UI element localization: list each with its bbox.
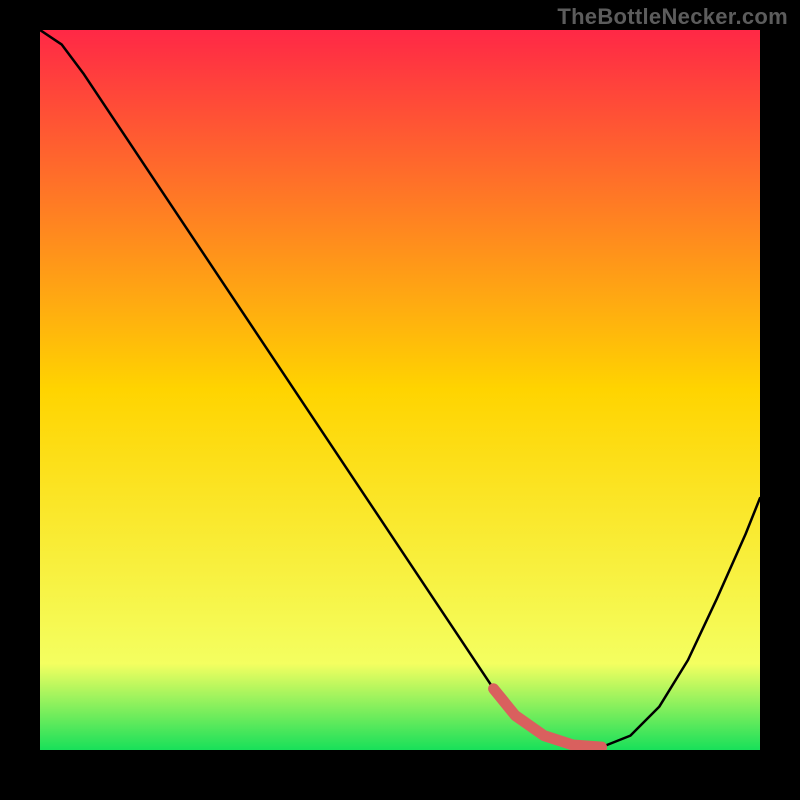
watermark-text: TheBottleNecker.com [557,4,788,30]
chart-frame: { "watermark": "TheBottleNecker.com", "c… [0,0,800,800]
bottleneck-plot [40,30,760,750]
plot-background-gradient [40,30,760,750]
